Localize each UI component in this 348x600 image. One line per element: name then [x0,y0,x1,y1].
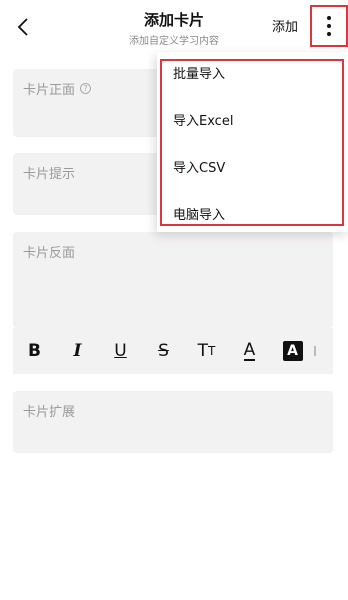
underline-icon: U [114,341,127,361]
font-color-icon: A [243,339,256,361]
menu-item-batch-import[interactable]: 批量导入 [173,63,225,82]
card-front-label: 卡片正面 ? [23,79,92,98]
import-menu: 批量导入 导入Excel 导入CSV 电脑导入 [157,52,348,232]
more-vertical-icon-dot [327,32,331,36]
format-toolbar: B I U S TT A A [13,328,333,374]
toolbar-scroll-indicator[interactable] [314,328,328,374]
italic-button[interactable]: I [56,328,99,374]
add-button[interactable]: 添加 [272,16,298,35]
card-hint-label: 卡片提示 [23,167,76,182]
bold-button[interactable]: B [13,328,56,374]
card-front-label-text: 卡片正面 [23,83,76,98]
card-extension-field[interactable]: 卡片扩展 [13,391,333,453]
font-color-button[interactable]: A [228,328,271,374]
underline-button[interactable]: U [99,328,142,374]
font-size-button[interactable]: TT [185,328,228,374]
more-vertical-icon-dot [327,24,331,28]
strikethrough-button[interactable]: S [142,328,185,374]
strikethrough-icon: S [158,341,169,361]
menu-item-computer-import[interactable]: 电脑导入 [173,204,225,223]
menu-highlight-frame [160,59,344,226]
card-back-label: 卡片反面 [23,246,76,261]
menu-item-import-excel[interactable]: 导入Excel [173,110,233,129]
background-color-button[interactable]: A [271,328,314,374]
background-color-icon: A [282,341,303,361]
more-vertical-icon [327,16,331,20]
font-size-icon-small: T [208,344,216,358]
more-options-button[interactable] [310,5,348,47]
card-back-field[interactable]: 卡片反面 [13,232,333,328]
menu-item-import-csv[interactable]: 导入CSV [173,157,225,176]
card-extension-label: 卡片扩展 [23,405,76,420]
font-size-icon: T [197,341,209,361]
top-bar: 添加卡片 添加自定义学习内容 添加 [0,0,348,52]
help-icon[interactable]: ? [80,83,92,94]
toolbar-divider-icon [314,346,316,356]
